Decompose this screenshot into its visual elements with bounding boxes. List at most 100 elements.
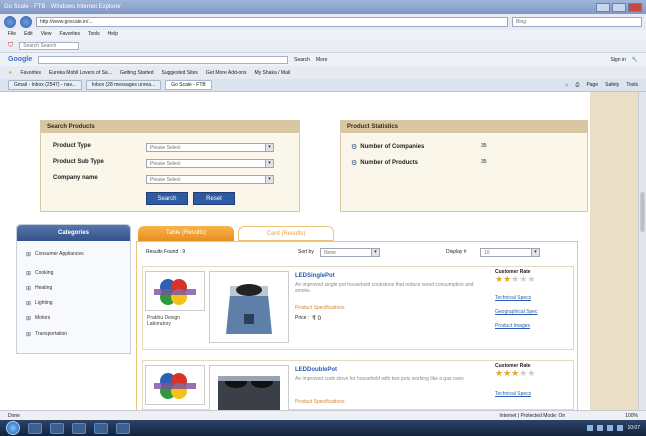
google-search-input[interactable]: [38, 55, 289, 64]
product-specs-label[interactable]: Product Specifications: [295, 305, 344, 311]
safety-menu[interactable]: Safety: [605, 82, 619, 88]
category-label: Cooking: [35, 270, 54, 276]
menu-tools[interactable]: Tools: [88, 31, 100, 39]
protected-mode-status: Internet | Protected Mode: On: [499, 412, 566, 419]
star-icon: ★: [527, 274, 536, 284]
company-logo[interactable]: [145, 271, 205, 311]
google-search-button[interactable]: Search: [294, 57, 310, 63]
taskbar-app[interactable]: [72, 422, 86, 434]
zoom-level[interactable]: 100%: [625, 413, 638, 419]
tray-icon[interactable]: [587, 425, 594, 431]
search-button[interactable]: Search: [146, 192, 188, 205]
favorites-star-icon[interactable]: ★: [8, 70, 12, 76]
category-item[interactable]: ⊞ Cooking: [26, 270, 54, 277]
product-description: An improved single pot household cooksto…: [295, 282, 474, 294]
product-type-select[interactable]: Please Select ▾: [146, 143, 274, 152]
chevron-down-icon: ▾: [265, 160, 273, 167]
menu-edit[interactable]: Edit: [24, 31, 33, 39]
product-image[interactable]: [209, 365, 289, 410]
company-name[interactable]: Prabhu Design Laboratory: [147, 315, 205, 327]
taskbar-app[interactable]: [28, 422, 42, 434]
tray-icon[interactable]: [607, 425, 614, 431]
taskbar-app[interactable]: [50, 422, 64, 434]
category-item[interactable]: ⊞ Heating: [26, 285, 52, 292]
reset-button[interactable]: Reset: [193, 192, 235, 205]
results-count: Results Found : 9: [146, 249, 186, 255]
category-item[interactable]: ⊞ Transportation: [26, 331, 68, 338]
page-menu[interactable]: Page: [586, 82, 598, 88]
tray-icon[interactable]: [597, 425, 604, 431]
browser-tab[interactable]: Gmail - Inbox (2547) - nav...: [8, 80, 82, 90]
category-item[interactable]: ⊞ Consumer Appliances: [26, 251, 115, 258]
shield-icon: ⛉: [8, 42, 14, 49]
product-name[interactable]: LEDDoublePot: [295, 367, 337, 373]
star-rating: ★★★★★: [495, 274, 535, 285]
company-name-value: Please Select: [150, 177, 181, 183]
star-rating: ★★★★★: [495, 368, 535, 379]
product-name[interactable]: LEDSinglePot: [295, 273, 335, 279]
geographical-spec-link[interactable]: Geographical Spec: [495, 309, 538, 315]
fav-link[interactable]: Getting Started: [120, 70, 154, 76]
fav-link[interactable]: Suggested Sites: [162, 70, 198, 76]
taskbar-app[interactable]: [116, 422, 130, 434]
maximize-button[interactable]: [612, 2, 626, 12]
product-description: An improved cook stove for household wit…: [295, 376, 464, 382]
category-item[interactable]: ⊞ Lighting: [26, 300, 53, 307]
product-sub-type-label: Product Sub Type: [53, 159, 104, 165]
price-row: Price : ₹ 0: [295, 315, 321, 322]
scrollbar-thumb[interactable]: [640, 192, 645, 232]
clock[interactable]: 10:07: [627, 425, 640, 431]
tab-card-results[interactable]: Card (Results): [238, 226, 334, 241]
menu-help[interactable]: Help: [108, 31, 118, 39]
windows-taskbar: 10:07: [0, 420, 646, 436]
back-button[interactable]: [4, 16, 16, 28]
toolbar-search-input[interactable]: Search Search: [19, 42, 80, 50]
tray-icon[interactable]: [617, 425, 624, 431]
menu-favorites[interactable]: Favorites: [59, 31, 80, 39]
sort-select[interactable]: None ▾: [320, 248, 380, 257]
display-label: Display #: [446, 249, 467, 255]
category-item[interactable]: ⊞ Motors: [26, 315, 50, 322]
technical-specs-link[interactable]: Technical Specs: [495, 295, 531, 301]
display-select[interactable]: 10 ▾: [480, 248, 540, 257]
home-icon[interactable]: ⌂: [565, 82, 568, 88]
print-icon[interactable]: ⎙: [575, 82, 579, 88]
menu-bar: File Edit View Favorites Tools Help: [0, 30, 646, 40]
category-label: Transportation: [35, 331, 68, 337]
menu-file[interactable]: File: [8, 31, 16, 39]
url-field[interactable]: http://www.goscale.in/...: [36, 17, 508, 27]
product-statistics-header: Product Statistics: [341, 121, 587, 133]
vertical-scrollbar[interactable]: [638, 92, 646, 410]
google-signin[interactable]: Sign in: [610, 57, 625, 63]
tools-menu[interactable]: Tools: [626, 82, 638, 88]
tab-table-results[interactable]: Table (Results): [138, 226, 234, 241]
forward-button[interactable]: [20, 16, 32, 28]
product-image[interactable]: [209, 271, 289, 343]
fav-link[interactable]: Eureka Mobil Lovers of Sa...: [49, 70, 112, 76]
wrench-icon[interactable]: 🔧: [632, 57, 638, 63]
company-logo[interactable]: [145, 365, 205, 405]
product-specs-label[interactable]: Product Specifications: [295, 399, 344, 405]
browser-tab-active[interactable]: Go Scale - FTB: [165, 80, 212, 90]
browser-tab[interactable]: Inbox (28 messages unrea...: [85, 80, 162, 90]
favorites-button[interactable]: Favorites: [20, 70, 41, 76]
product-images-link[interactable]: Product Images: [495, 323, 530, 329]
taskbar-app[interactable]: [94, 422, 108, 434]
close-button[interactable]: [628, 2, 642, 12]
technical-specs-link[interactable]: Technical Specs: [495, 391, 531, 397]
company-name-select[interactable]: Please Select ▾: [146, 175, 274, 184]
star-icon: ★: [503, 368, 512, 378]
fav-link[interactable]: My Shaka / Mail: [255, 70, 291, 76]
menu-view[interactable]: View: [41, 31, 52, 39]
price-label: Price :: [295, 315, 310, 321]
start-button[interactable]: [6, 421, 20, 435]
product-sub-type-select[interactable]: Please Select ▾: [146, 159, 274, 168]
browser-search-input[interactable]: Bing: [512, 17, 642, 27]
google-more-button[interactable]: More: [316, 57, 327, 63]
category-icon: ⊞: [26, 301, 32, 307]
minimize-button[interactable]: [596, 2, 610, 12]
star-icon: ★: [503, 274, 512, 284]
fav-link[interactable]: Get More Add-ons: [206, 70, 247, 76]
category-icon: ⊞: [26, 252, 32, 258]
category-label: Lighting: [35, 300, 53, 306]
